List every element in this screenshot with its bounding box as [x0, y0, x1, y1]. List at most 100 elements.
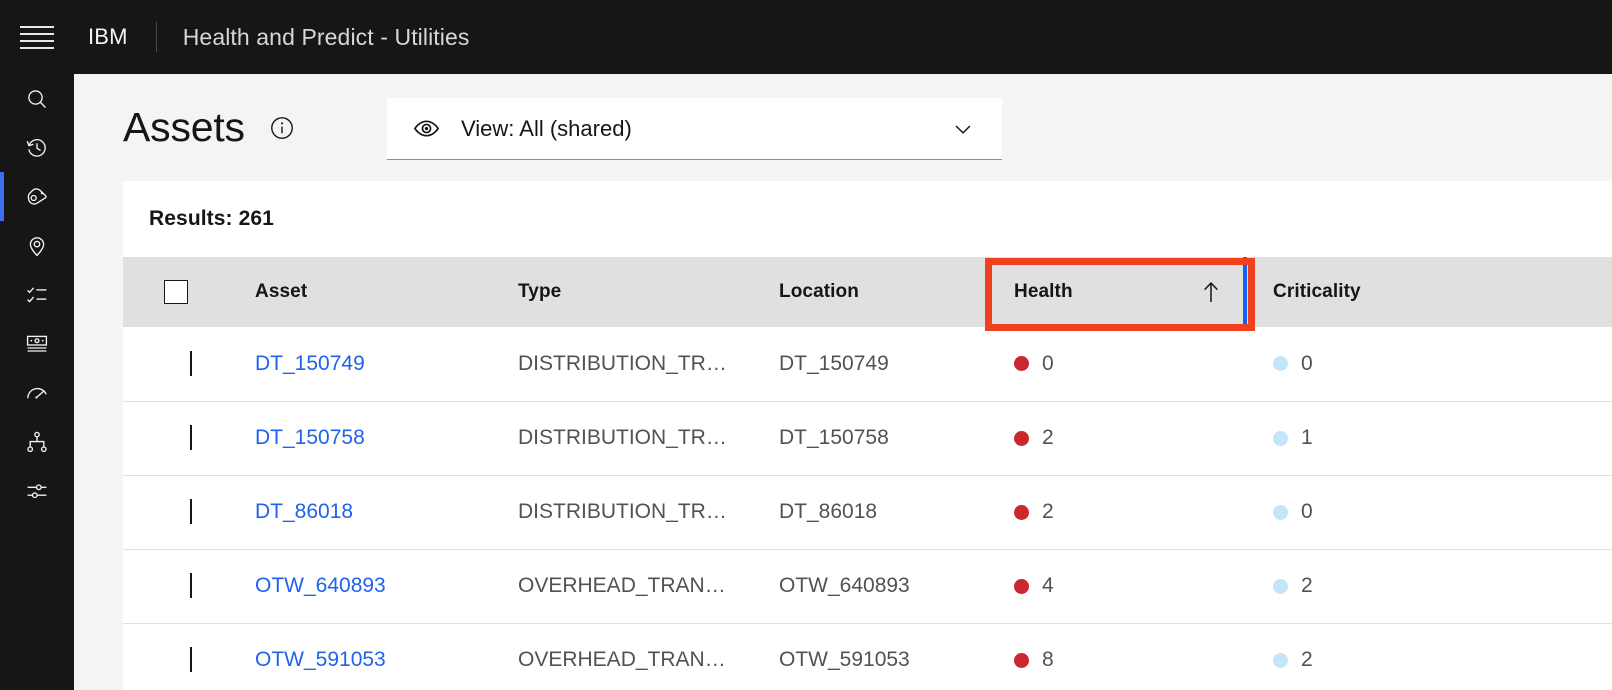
asset-link[interactable]: OTW_591053 [255, 648, 386, 671]
cell-criticality: 2 [1247, 549, 1612, 624]
cell-criticality: 2 [1247, 623, 1612, 690]
row-checkbox[interactable] [190, 350, 192, 376]
table-row[interactable]: DT_150749 DISTRIBUTION_TR… DT_150749 0 0 [123, 327, 1612, 402]
chevron-down-icon [952, 118, 974, 140]
select-all-checkbox[interactable] [164, 280, 188, 304]
cell-criticality: 0 [1247, 475, 1612, 550]
column-label-type: Type [518, 281, 562, 302]
sidebar-item-settings[interactable] [0, 466, 74, 515]
health-value: 4 [1042, 574, 1054, 597]
app-title: Health and Predict - Utilities [182, 23, 470, 50]
header-divider [155, 22, 157, 52]
sidebar-item-meters[interactable] [0, 368, 74, 417]
cell-location: OTW_640893 [753, 549, 988, 624]
column-label-criticality: Criticality [1273, 281, 1361, 302]
criticality-status-dot [1273, 578, 1288, 594]
history-icon [25, 136, 49, 160]
column-label-location: Location [779, 281, 859, 302]
criticality-status-dot [1273, 504, 1288, 520]
results-count-label: Results: 261 [149, 207, 274, 230]
health-value: 8 [1042, 648, 1054, 671]
criticality-status-dot [1273, 430, 1288, 446]
cell-location: DT_150749 [753, 327, 988, 402]
gauge-icon [25, 381, 49, 405]
row-select-cell [123, 327, 229, 402]
row-checkbox[interactable] [190, 425, 192, 450]
health-status-dot [1014, 652, 1029, 668]
card-icon [25, 332, 49, 356]
criticality-value: 0 [1301, 351, 1313, 375]
brand-label: IBM [88, 24, 128, 49]
health-status-dot [1014, 430, 1029, 446]
sliders-icon [25, 479, 49, 503]
row-select-cell [123, 623, 229, 690]
hierarchy-icon [25, 430, 49, 454]
column-header-type[interactable]: Type [492, 257, 753, 327]
cell-location: DT_150758 [753, 401, 988, 476]
criticality-value: 2 [1301, 574, 1313, 597]
table-row[interactable]: OTW_591053 OVERHEAD_TRANS… OTW_591053 8 … [123, 623, 1612, 690]
view-select-label: View: All (shared) [461, 115, 632, 141]
sidebar-item-assets[interactable] [0, 172, 74, 221]
cell-criticality: 0 [1247, 327, 1612, 402]
table-row[interactable]: OTW_640893 OVERHEAD_TRANS… OTW_640893 4 … [123, 549, 1612, 624]
health-status-dot [1014, 356, 1029, 372]
main-content-area: Assets View: All (shared) Results: 261 A… [74, 74, 1612, 690]
page-title: Assets [123, 104, 245, 150]
cell-asset: DT_150758 [229, 401, 492, 476]
health-value: 2 [1042, 500, 1054, 523]
cell-type: OVERHEAD_TRANS… [492, 549, 753, 624]
asset-link[interactable]: DT_150758 [255, 426, 365, 449]
checklist-icon [25, 283, 49, 307]
location-pin-icon [25, 234, 49, 258]
criticality-value: 2 [1301, 648, 1313, 671]
cell-health: 8 [988, 623, 1247, 690]
row-checkbox[interactable] [190, 647, 192, 672]
asset-link[interactable]: DT_86018 [255, 500, 353, 523]
health-value: 2 [1042, 426, 1054, 449]
criticality-value: 0 [1301, 500, 1313, 523]
column-header-asset[interactable]: Asset [229, 257, 492, 327]
sidebar-item-work-orders[interactable] [0, 270, 74, 319]
sidebar-item-history[interactable] [0, 123, 74, 172]
assets-table: Asset Type Location Health Criticality D… [123, 257, 1612, 690]
table-row[interactable]: DT_150758 DISTRIBUTION_TR… DT_150758 2 1 [123, 401, 1612, 476]
eye-icon [413, 115, 440, 142]
asset-link[interactable]: DT_150749 [255, 352, 365, 375]
table-header-row: Asset Type Location Health Criticality [123, 257, 1612, 327]
sidebar-item-search[interactable] [0, 74, 74, 123]
cell-type: OVERHEAD_TRANS… [492, 623, 753, 690]
cell-criticality: 1 [1247, 401, 1612, 476]
view-select-dropdown[interactable]: View: All (shared) [387, 98, 1002, 160]
row-select-cell [123, 401, 229, 476]
cell-health: 2 [988, 401, 1247, 476]
criticality-status-dot [1273, 356, 1288, 372]
cell-asset: OTW_591053 [229, 623, 492, 690]
cell-location: OTW_591053 [753, 623, 988, 690]
column-header-location[interactable]: Location [753, 257, 988, 327]
criticality-status-dot [1273, 652, 1288, 668]
cell-type: DISTRIBUTION_TR… [492, 475, 753, 550]
information-icon[interactable] [270, 116, 294, 140]
sidebar-item-locations[interactable] [0, 221, 74, 270]
assets-table-card: Results: 261 Asset Type Location Health … [123, 181, 1612, 690]
column-header-criticality[interactable]: Criticality [1247, 257, 1612, 327]
row-select-cell [123, 475, 229, 550]
asset-link[interactable]: OTW_640893 [255, 574, 386, 597]
sidebar-item-inventory[interactable] [0, 319, 74, 368]
sort-ascending-arrow-icon [1201, 281, 1221, 303]
sidebar-item-hierarchy[interactable] [0, 417, 74, 466]
table-row[interactable]: DT_86018 DISTRIBUTION_TR… DT_86018 2 0 [123, 475, 1612, 550]
top-header-bar: IBM Health and Predict - Utilities [0, 0, 1612, 74]
cell-asset: OTW_640893 [229, 549, 492, 624]
cell-type: DISTRIBUTION_TR… [492, 327, 753, 402]
cell-asset: DT_150749 [229, 327, 492, 402]
column-label-asset: Asset [255, 281, 308, 302]
hamburger-menu-icon[interactable] [0, 0, 74, 74]
cell-health: 0 [988, 327, 1247, 402]
cell-type: DISTRIBUTION_TR… [492, 401, 753, 476]
cell-health: 4 [988, 549, 1247, 624]
row-checkbox[interactable] [190, 499, 192, 524]
row-checkbox[interactable] [190, 573, 192, 598]
column-header-health[interactable]: Health [988, 257, 1247, 327]
